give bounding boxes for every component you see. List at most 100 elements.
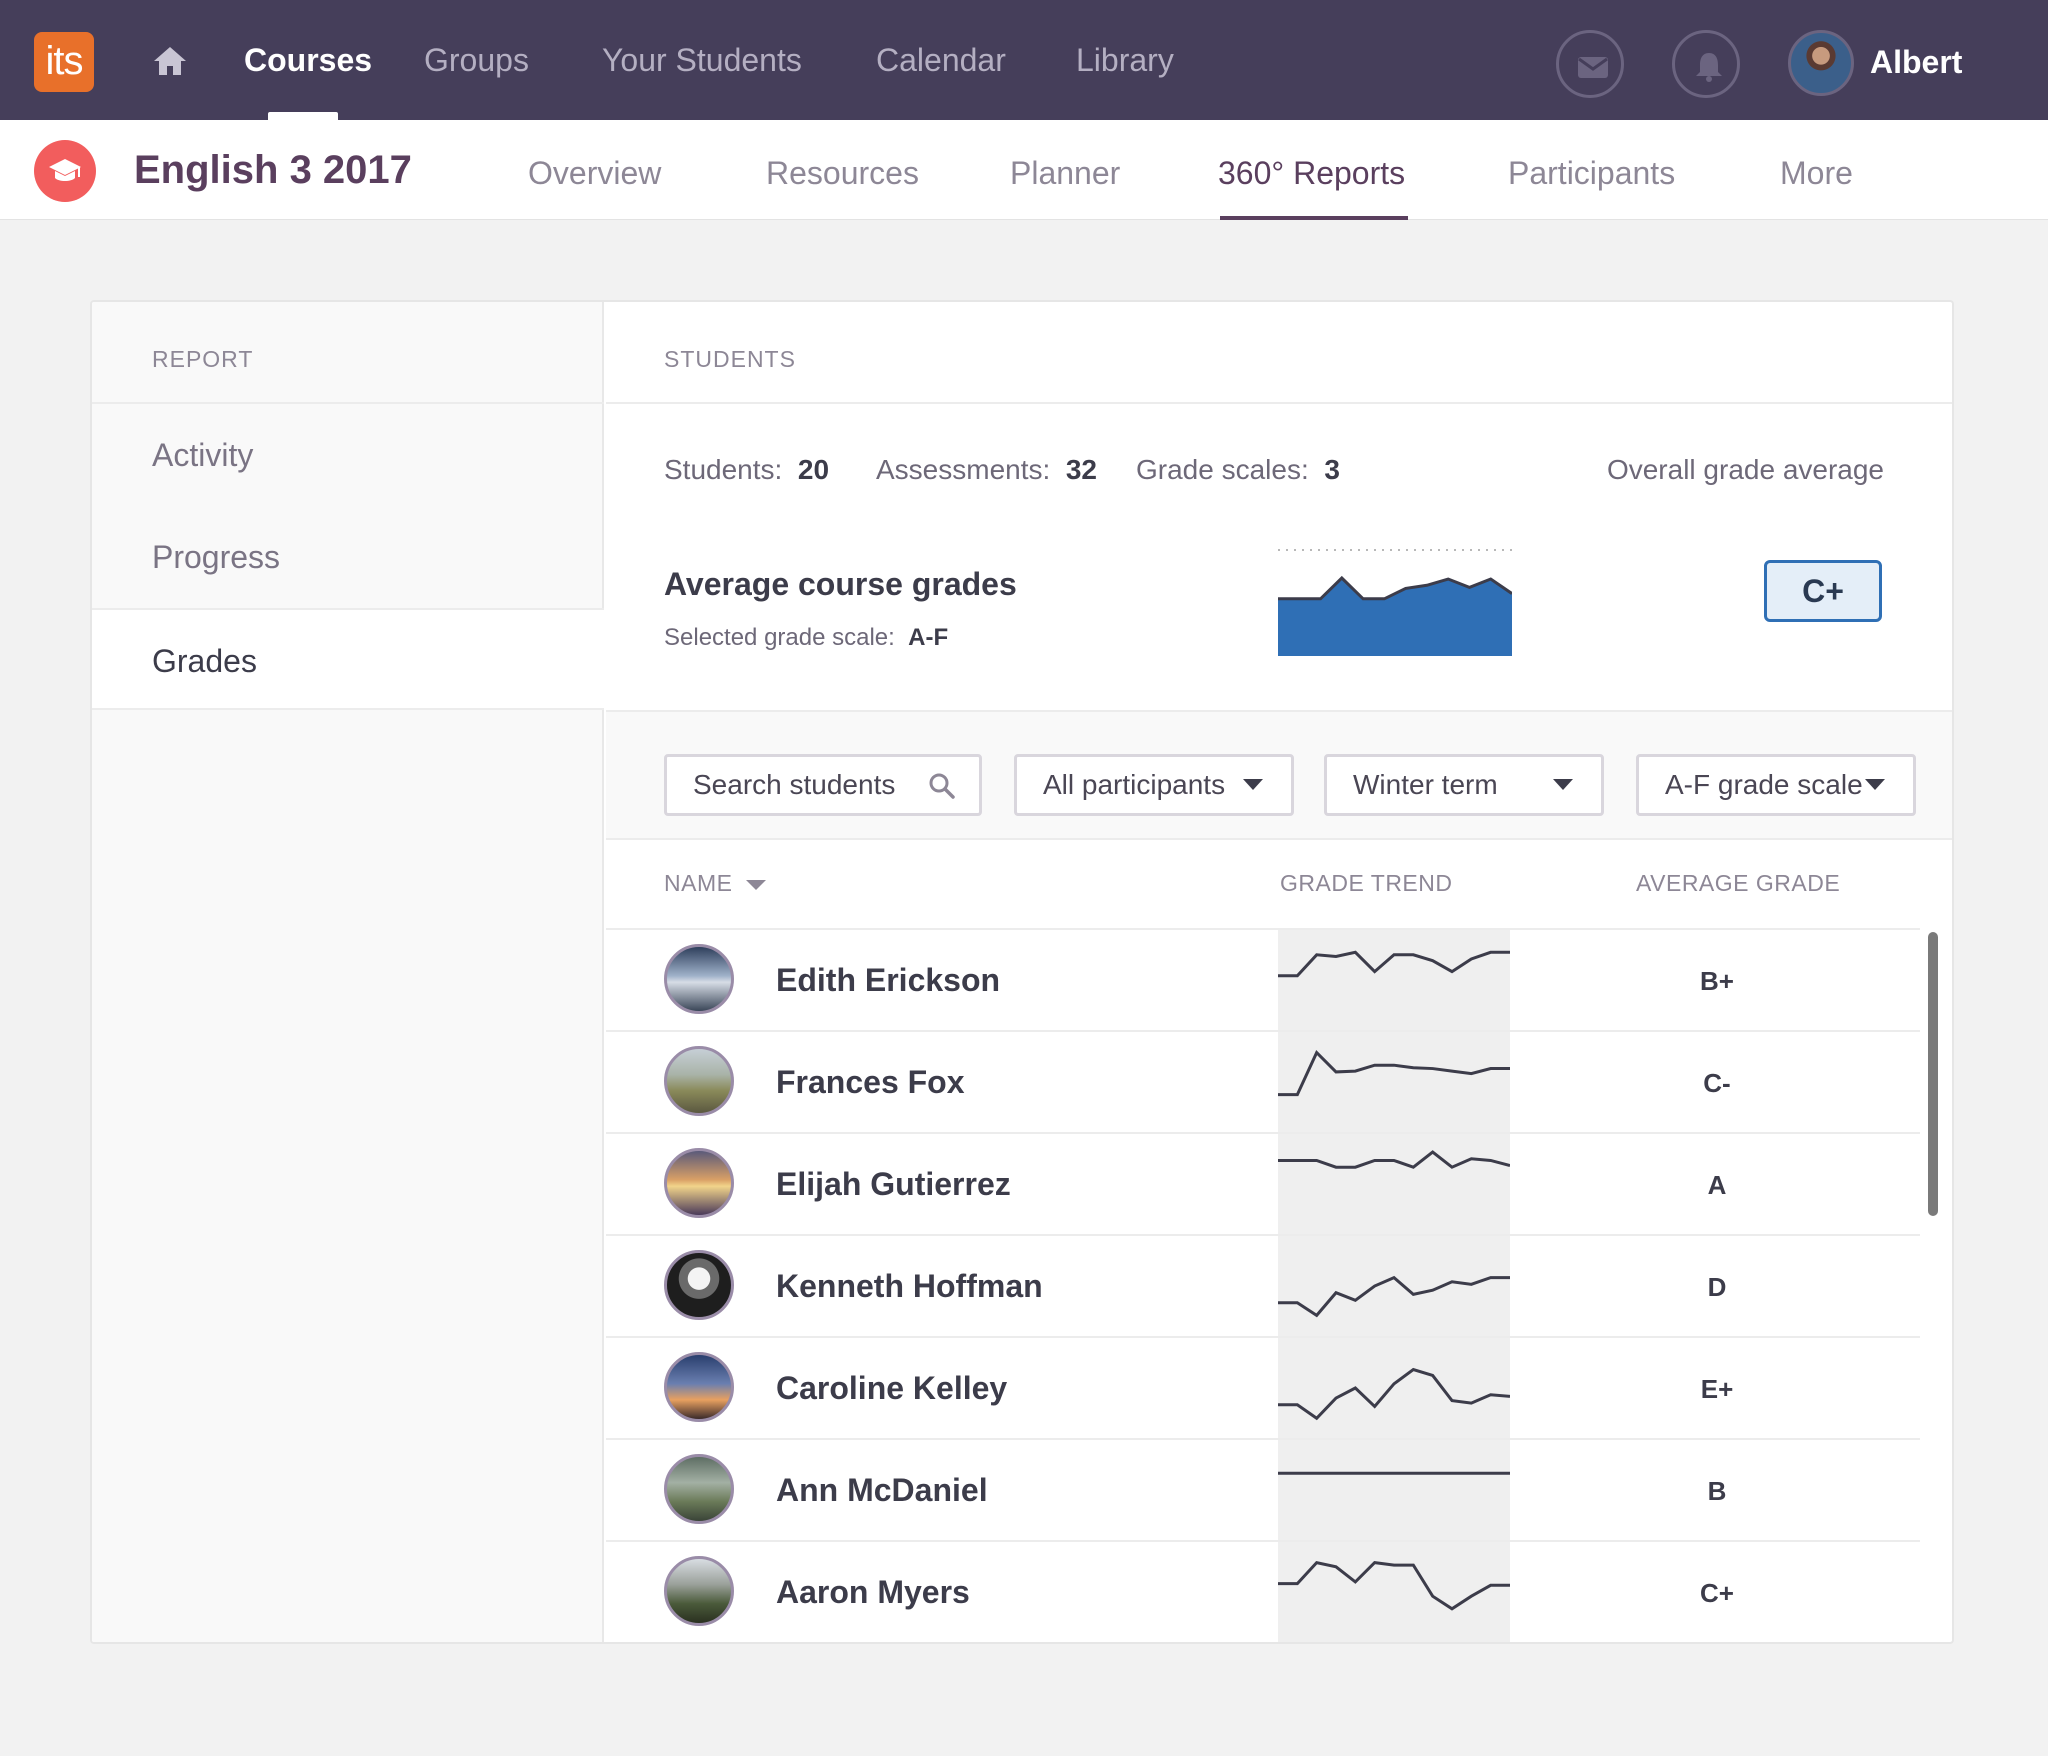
grade-trend-sparkline (1278, 1236, 1510, 1336)
search-input[interactable]: Search students (664, 754, 982, 816)
table-row[interactable]: Ann McDaniel B (606, 1438, 1920, 1540)
sort-down-icon (746, 879, 767, 890)
student-avatar (664, 1556, 734, 1626)
average-grade: B (1707, 1476, 1727, 1506)
student-name[interactable]: Caroline Kelley (776, 1368, 1007, 1408)
average-grade: A (1707, 1170, 1727, 1200)
select-value: Winter term (1353, 769, 1498, 800)
messages-button[interactable] (1556, 30, 1624, 98)
report-sidebar: REPORT Activity Progress Grades (92, 302, 604, 1642)
tab-overview[interactable]: Overview (528, 150, 661, 196)
grade-scale-select[interactable]: A-F grade scale (1636, 754, 1916, 816)
nav-your-students[interactable]: Your Students (602, 36, 802, 84)
trend-line (1278, 1367, 1510, 1421)
mail-icon (1578, 57, 1608, 78)
tab-resources[interactable]: Resources (766, 150, 919, 196)
average-grade-trend-chart (1278, 549, 1512, 656)
table-row[interactable]: Elijah Gutierrez A (606, 1132, 1920, 1234)
average-grade: E+ (1700, 1374, 1734, 1404)
tab-participants[interactable]: Participants (1508, 150, 1675, 196)
tab-planner[interactable]: Planner (1010, 150, 1120, 196)
trend-line (1278, 1050, 1510, 1097)
average-grade-column-header: AVERAGE GRADE (1636, 870, 1841, 896)
student-name[interactable]: Edith Erickson (776, 960, 1000, 1000)
divider (606, 402, 1952, 404)
select-value: A-F grade scale (1665, 769, 1863, 800)
average-grade: B+ (1700, 966, 1734, 996)
table-row[interactable]: Frances Fox C- (606, 1030, 1920, 1132)
sidebar-item-grades[interactable]: Grades (92, 608, 604, 710)
nav-library[interactable]: Library (1076, 36, 1174, 84)
chevron-down-icon (1553, 779, 1573, 790)
trend-line (1278, 1275, 1510, 1318)
column-label: NAME (664, 870, 733, 896)
student-name[interactable]: Ann McDaniel (776, 1470, 988, 1510)
stat-value: 32 (1065, 454, 1097, 485)
average-grade: C- (1703, 1068, 1731, 1098)
student-name[interactable]: Aaron Myers (776, 1572, 970, 1612)
average-grades-title: Average course grades (664, 566, 1017, 602)
scale-value: A-F (908, 624, 949, 651)
nav-calendar[interactable]: Calendar (876, 36, 1006, 84)
sidebar-item-label: Progress (152, 539, 281, 575)
active-nav-indicator (268, 112, 338, 120)
table-row[interactable]: Edith Erickson B+ (606, 928, 1920, 1030)
sidebar-item-progress[interactable]: Progress (92, 506, 604, 608)
stat-label: Grade scales: (1136, 454, 1309, 485)
student-avatar (664, 1148, 734, 1218)
sidebar-item-label: Grades (152, 643, 257, 679)
selected-scale: Selected grade scale: A-F (664, 622, 948, 654)
chevron-down-icon (1865, 779, 1885, 790)
stat-label: Students: (664, 454, 783, 485)
student-avatar (664, 944, 734, 1014)
nav-courses[interactable]: Courses (244, 36, 372, 84)
student-name[interactable]: Elijah Gutierrez (776, 1164, 1011, 1204)
search-icon (929, 773, 955, 799)
home-icon[interactable] (152, 45, 188, 77)
scale-label: Selected grade scale: (664, 624, 895, 651)
notifications-button[interactable] (1672, 30, 1740, 98)
students-count: Students: 20 (664, 452, 829, 488)
table-row[interactable]: Kenneth Hoffman D (606, 1234, 1920, 1336)
tab-360-reports[interactable]: 360° Reports (1218, 150, 1405, 196)
grade-trend-column-header: GRADE TREND (1280, 870, 1453, 896)
term-select[interactable]: Winter term (1324, 754, 1604, 816)
its-logo[interactable]: its (34, 32, 94, 92)
table-row[interactable]: Aaron Myers C+ (606, 1540, 1920, 1642)
average-grade-area (1278, 578, 1512, 656)
chevron-down-icon (1243, 779, 1263, 790)
select-value: All participants (1043, 769, 1226, 800)
grade-trend-sparkline (1278, 1542, 1510, 1642)
average-grade: C+ (1700, 1578, 1734, 1608)
report-card: REPORT Activity Progress Grades STUDENTS… (90, 300, 1954, 1644)
student-avatar (664, 1250, 734, 1320)
participants-select[interactable]: All participants (1014, 754, 1294, 816)
sidebar-item-activity[interactable]: Activity (92, 404, 604, 506)
assessments-count: Assessments: 32 (876, 452, 1097, 488)
divider (606, 838, 1952, 840)
active-tab-indicator (1220, 216, 1408, 220)
tab-more[interactable]: More (1780, 150, 1853, 196)
course-title: English 3 2017 (134, 148, 412, 192)
student-name[interactable]: Kenneth Hoffman (776, 1266, 1043, 1306)
bell-icon (1696, 53, 1722, 82)
trend-line (1278, 950, 1510, 978)
students-header: STUDENTS (664, 346, 796, 372)
stat-value: 3 (1324, 454, 1340, 485)
table-scrollbar[interactable] (1928, 932, 1938, 1216)
grade-trend-sparkline (1278, 1440, 1510, 1540)
nav-groups[interactable]: Groups (424, 36, 529, 84)
grade-trend-sparkline (1278, 1134, 1510, 1234)
student-name[interactable]: Frances Fox (776, 1062, 965, 1102)
table-row[interactable]: Caroline Kelley E+ (606, 1336, 1920, 1438)
graduation-cap-icon (34, 140, 96, 202)
average-grade: D (1707, 1272, 1727, 1302)
user-name[interactable]: Albert (1870, 38, 1962, 86)
sidebar-item-label: Activity (152, 437, 254, 473)
user-avatar[interactable] (1788, 30, 1854, 96)
grade-scales-count: Grade scales: 3 (1136, 452, 1340, 488)
students-table: Edith Erickson B+ Frances Fox C- Elijah Guti… (606, 928, 1920, 1642)
grade-trend-sparkline (1278, 930, 1510, 1030)
stat-label: Assessments: (876, 454, 1051, 485)
name-column-header[interactable]: NAME (664, 868, 767, 898)
